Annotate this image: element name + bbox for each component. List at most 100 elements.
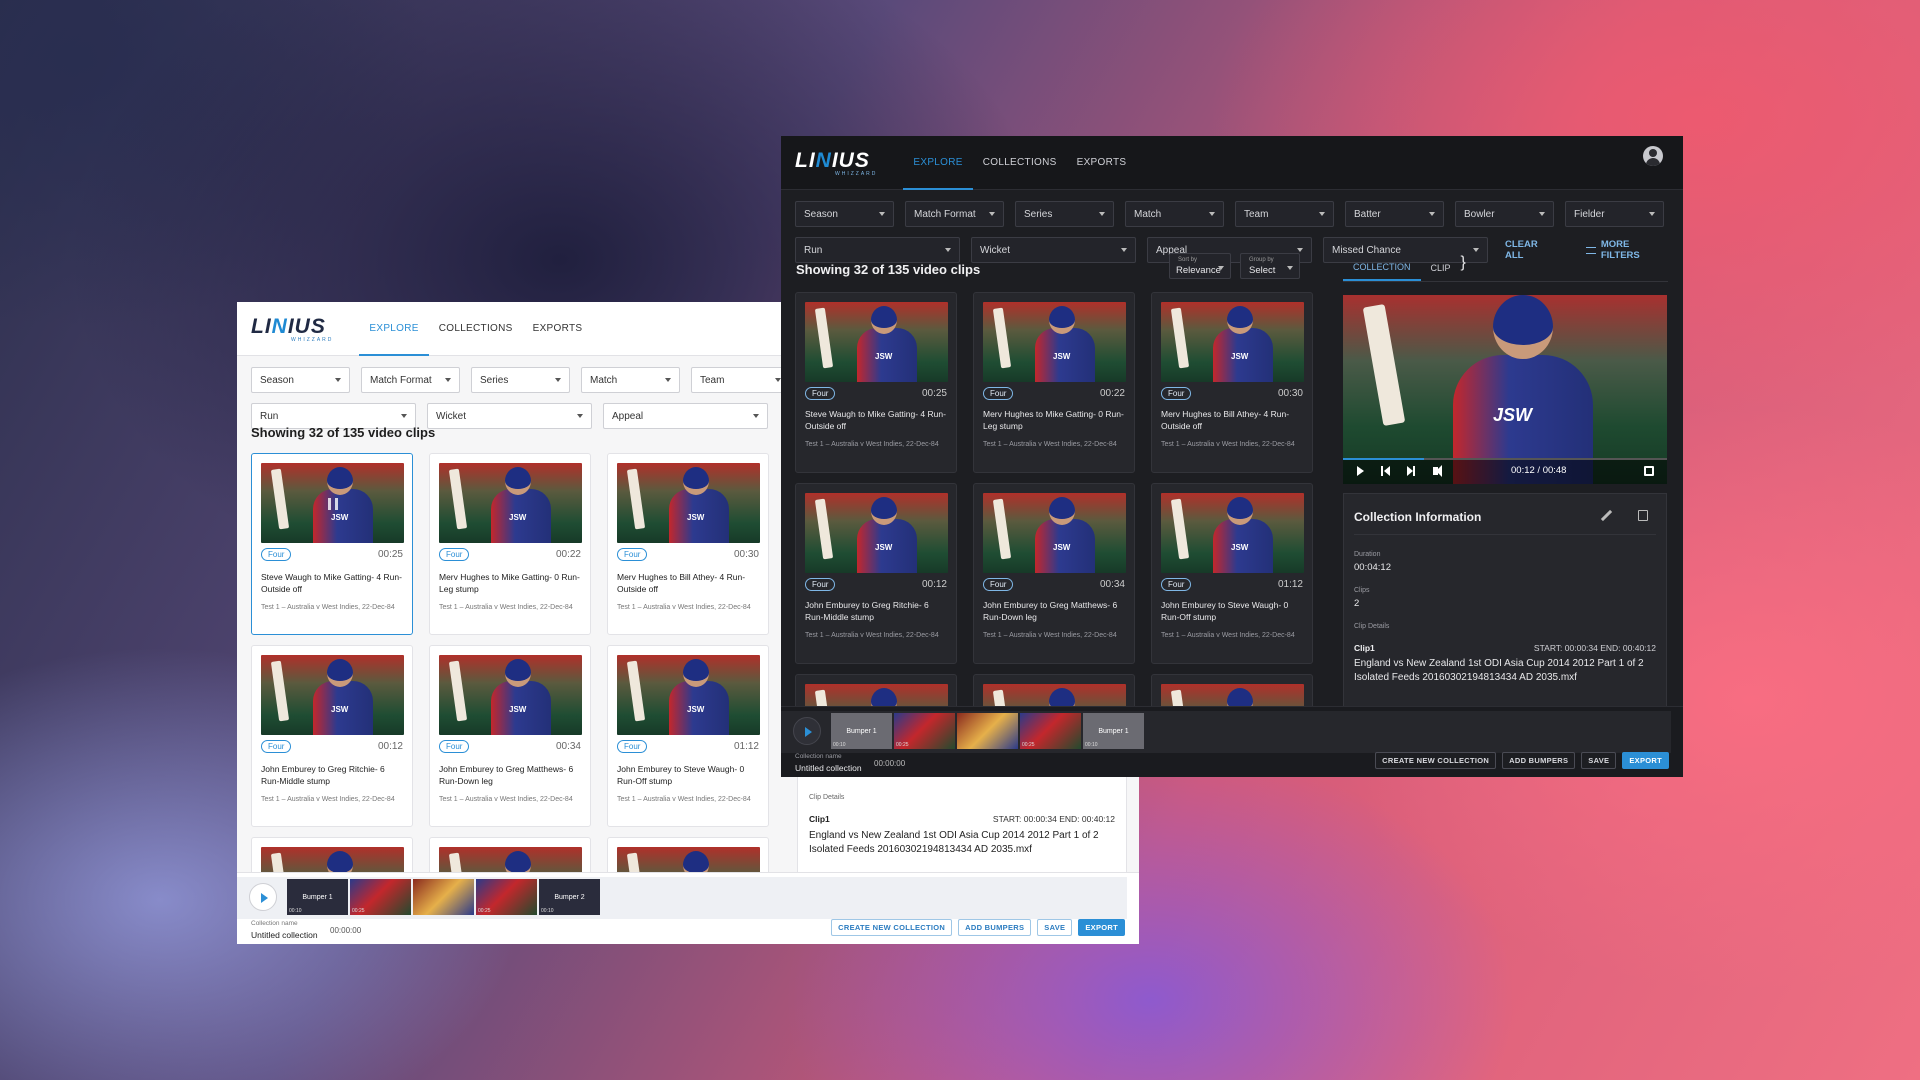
save-button[interactable]: SAVE: [1037, 919, 1073, 936]
export-button[interactable]: EXPORT: [1078, 919, 1125, 936]
clip-card[interactable]: JSW Four 00:12 John Emburey to Greg Ritc…: [251, 645, 413, 827]
match-filter[interactable]: Match: [1125, 201, 1224, 227]
clip-thumbnail[interactable]: JSW: [439, 463, 582, 543]
wicket-filter[interactable]: Wicket: [971, 237, 1136, 263]
timeline-segment[interactable]: 00:25: [894, 713, 955, 749]
tab-collections[interactable]: COLLECTIONS: [429, 302, 523, 356]
skip-back-icon[interactable]: [1381, 466, 1383, 476]
timeline-segment[interactable]: [413, 879, 474, 915]
tab-exports[interactable]: EXPORTS: [523, 302, 593, 356]
play-icon[interactable]: [793, 717, 821, 745]
tab-clip[interactable]: CLIP: [1421, 254, 1461, 281]
play-icon[interactable]: [1357, 466, 1364, 476]
collection-name-field[interactable]: Untitled collection: [251, 930, 318, 940]
clip-thumbnail[interactable]: JSW: [1161, 302, 1304, 382]
clip-card[interactable]: JSW Four 00:34 John Emburey to Greg Matt…: [429, 645, 591, 827]
clip-card[interactable]: JSW Four 01:12 John Emburey to Steve Wau…: [607, 645, 769, 827]
run-filter[interactable]: Run: [795, 237, 960, 263]
clip-badge: Four: [261, 740, 292, 753]
match-filter[interactable]: Match: [581, 367, 680, 393]
clip-title: Merv Hughes to Bill Athey- 4 Run-Outside…: [1161, 409, 1290, 431]
season-filter[interactable]: Season: [795, 201, 894, 227]
play-icon[interactable]: [249, 883, 277, 911]
sort-by-select[interactable]: Sort by Relevance: [1169, 253, 1231, 279]
segment-time: 00:25: [352, 908, 365, 914]
clip-thumbnail[interactable]: JSW: [617, 463, 760, 543]
timeline-segment[interactable]: Bumper 2 00:10: [539, 879, 600, 915]
fielder-filter[interactable]: Fielder: [1565, 201, 1664, 227]
clip-card[interactable]: JSW Four 00:34 John Emburey to Greg Matt…: [973, 483, 1135, 664]
clip-card[interactable]: JSW Four 01:12 John Emburey to Steve Wau…: [1151, 483, 1313, 664]
clip-card[interactable]: JSW Four 00:22 Merv Hughes to Mike Gatti…: [429, 453, 591, 635]
season-filter[interactable]: Season: [251, 367, 350, 393]
timeline-bar: Bumper 1 00:10 00:25 00:25 Bumper 2 00:10 …: [237, 872, 1139, 944]
team-filter[interactable]: Team: [1235, 201, 1334, 227]
timeline-segment[interactable]: Bumper 1 00:10: [287, 879, 348, 915]
timeline-segment[interactable]: 00:25: [350, 879, 411, 915]
timeline-segment[interactable]: Bumper 1 00:10: [1083, 713, 1144, 749]
timeline-segment[interactable]: Bumper 1 00:10: [831, 713, 892, 749]
add-bumpers-button[interactable]: ADD BUMPERS: [958, 919, 1032, 936]
clip-thumbnail[interactable]: JSW: [439, 655, 582, 735]
clip-description: England vs New Zealand 1st ODI Asia Cup …: [809, 830, 1099, 855]
wicket-filter[interactable]: Wicket: [427, 403, 592, 429]
bowler-filter[interactable]: Bowler: [1455, 201, 1554, 227]
clip-thumbnail[interactable]: JSW: [261, 463, 404, 543]
clip-card[interactable]: JSW Four 00:30 Merv Hughes to Bill Athey…: [1151, 292, 1313, 473]
clip-card[interactable]: JSW Four 00:25 Steve Waugh to Mike Gatti…: [795, 292, 957, 473]
tab-explore[interactable]: EXPLORE: [903, 136, 974, 190]
timeline-track[interactable]: Bumper 1 00:10 00:25 00:25 Bumper 2 00:10: [237, 877, 1127, 919]
tab-explore[interactable]: EXPLORE: [359, 302, 430, 356]
tab-exports[interactable]: EXPORTS: [1067, 136, 1137, 190]
collection-name-field[interactable]: Untitled collection: [795, 763, 862, 773]
logo-text: LINIUS: [251, 314, 326, 338]
create-collection-button[interactable]: CREATE NEW COLLECTION: [1375, 752, 1497, 769]
timeline-segment[interactable]: 00:25: [1020, 713, 1081, 749]
chevron-down-icon: [1473, 248, 1479, 252]
timeline-segment[interactable]: [957, 713, 1018, 749]
linius-logo[interactable]: LINIUS WHIZZARD: [251, 315, 333, 343]
clip-subtitle: Test 1 – Australia v West Indies, 22-Dec…: [617, 796, 751, 803]
clip-thumbnail[interactable]: JSW: [983, 302, 1126, 382]
clip-thumbnail[interactable]: JSW: [805, 493, 948, 573]
save-button[interactable]: SAVE: [1581, 752, 1617, 769]
appeal-filter[interactable]: Appeal: [603, 403, 768, 429]
clip-thumbnail[interactable]: JSW: [805, 302, 948, 382]
clip-card[interactable]: JSW Four 00:22 Merv Hughes to Mike Gatti…: [973, 292, 1135, 473]
clip-thumbnail[interactable]: JSW: [617, 655, 760, 735]
match-format-filter[interactable]: Match Format: [361, 367, 460, 393]
clip-thumbnail[interactable]: JSW: [1161, 493, 1304, 573]
clip-thumbnail[interactable]: JSW: [983, 493, 1126, 573]
add-bumpers-button[interactable]: ADD BUMPERS: [1502, 752, 1576, 769]
create-collection-button[interactable]: CREATE NEW COLLECTION: [831, 919, 953, 936]
tab-collection[interactable]: COLLECTION: [1343, 254, 1421, 281]
team-filter[interactable]: Team: [691, 367, 790, 393]
clip-card[interactable]: JSW Four 00:25 Steve Waugh to Mike Gatti…: [251, 453, 413, 635]
tab-collections[interactable]: COLLECTIONS: [973, 136, 1067, 190]
linius-logo[interactable]: LINIUS WHIZZARD: [795, 149, 877, 177]
seek-bar[interactable]: [1343, 458, 1667, 460]
chevron-down-icon: [1297, 248, 1303, 252]
clip-thumbnail[interactable]: JSW: [261, 655, 404, 735]
collection-info-card: Collection Information Duration 00:04:12…: [1343, 493, 1667, 710]
clip-card[interactable]: JSW Four 00:30 Merv Hughes to Bill Athey…: [607, 453, 769, 635]
results-count: Showing 32 of 135 video clips: [251, 425, 436, 440]
copy-icon[interactable]: [1638, 510, 1648, 521]
timeline-track[interactable]: Bumper 1 00:10 00:25 00:25 Bumper 1 00:10: [781, 711, 1671, 753]
batter-filter[interactable]: Batter: [1345, 201, 1444, 227]
video-player[interactable]: JSW 00:12 / 00:48: [1343, 295, 1667, 484]
user-avatar-icon[interactable]: [1643, 146, 1663, 166]
pause-icon[interactable]: [328, 498, 338, 510]
player-controls: 00:12 / 00:48: [1343, 458, 1667, 484]
export-button[interactable]: EXPORT: [1622, 752, 1669, 769]
series-filter[interactable]: Series: [471, 367, 570, 393]
fullscreen-icon[interactable]: [1644, 466, 1654, 476]
clip-card[interactable]: JSW Four 00:12 John Emburey to Greg Ritc…: [795, 483, 957, 664]
timeline-segment[interactable]: 00:25: [476, 879, 537, 915]
clip-title: Steve Waugh to Mike Gatting- 4 Run-Outsi…: [805, 409, 946, 431]
group-by-select[interactable]: Group by Select: [1240, 253, 1300, 279]
edit-pencil-icon[interactable]: [1600, 509, 1613, 522]
action-buttons: CREATE NEW COLLECTION ADD BUMPERS SAVE E…: [1375, 752, 1669, 769]
match-format-filter[interactable]: Match Format: [905, 201, 1004, 227]
series-filter[interactable]: Series: [1015, 201, 1114, 227]
